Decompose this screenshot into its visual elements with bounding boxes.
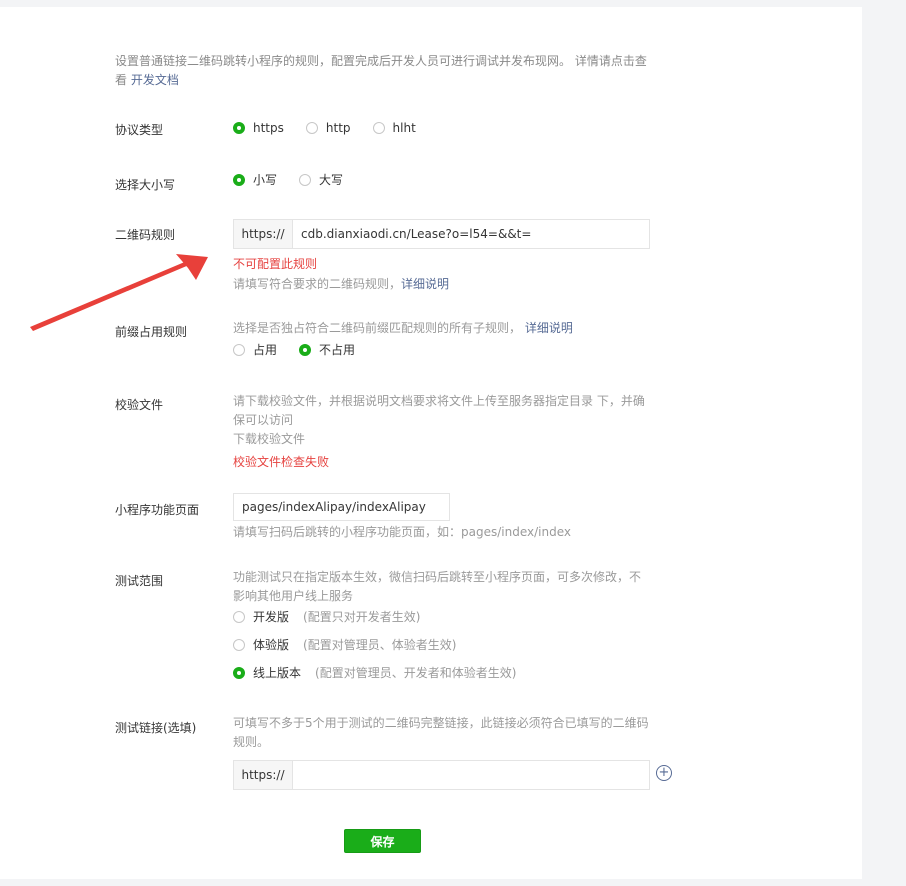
verify-file-desc-2: 保可以访问	[233, 413, 294, 427]
case-option-lower[interactable]: 小写	[233, 171, 277, 188]
save-button[interactable]: 保存	[344, 829, 421, 853]
intro-text: 设置普通链接二维码跳转小程序的规则，配置完成后开发人员可进行调试并发布现网。 详…	[115, 52, 655, 90]
prefix-option-label: 不占用	[319, 343, 356, 357]
intro-description: 设置普通链接二维码跳转小程序的规则，配置完成后开发人员可进行调试并发布现网。 详…	[115, 54, 647, 87]
qr-rule-input-group: https://	[233, 219, 650, 249]
radio-selected-icon	[233, 173, 245, 186]
radio-unselected-icon	[233, 610, 245, 623]
test-scope-radio[interactable]: 体验版 (配置对管理员、体验者生效)	[233, 636, 456, 653]
verify-file-label: 校验文件	[115, 398, 164, 412]
test-scope-option-online[interactable]: 线上版本 (配置对管理员、开发者和体验者生效)	[233, 664, 538, 681]
qr-rule-error: 不可配置此规则	[233, 257, 318, 271]
test-link-prefix: https://	[234, 761, 293, 789]
radio-unselected-icon	[299, 173, 312, 186]
protocol-option-label: hlht	[392, 121, 416, 135]
dev-docs-link[interactable]: 开发文档	[131, 73, 179, 87]
case-option-label: 大写	[319, 173, 344, 187]
prefix-rule-desc-text: 选择是否独占符合二维码前缀匹配规则的所有子规则，	[233, 321, 522, 335]
protocol-option-hlht[interactable]: hlht	[372, 121, 416, 135]
radio-unselected-icon	[305, 122, 318, 134]
case-radio-group: 小写 大写	[233, 171, 365, 188]
case-label: 选择大小写	[115, 178, 176, 192]
radio-unselected-icon	[372, 122, 385, 134]
radio-selected-icon	[299, 343, 312, 356]
test-scope-desc-2: 影响其他用户线上服务	[233, 589, 354, 603]
test-link-desc-1: 可填写不多于5个用于测试的二维码完整链接，此链接必须符合已填写的二维码	[233, 716, 649, 730]
prefix-rule-detail-link[interactable]: 详细说明	[525, 321, 573, 335]
prefix-rule-radio-group: 占用 不占用	[233, 341, 377, 358]
qr-rule-help: 请填写符合要求的二维码规则，详细说明	[233, 275, 449, 294]
prefix-option-occupy[interactable]: 占用	[233, 341, 277, 358]
test-scope-radio[interactable]: 开发版 (配置只对开发者生效)	[233, 608, 420, 625]
test-scope-option-note: (配置对管理员、体验者生效)	[303, 638, 457, 652]
qr-rule-label: 二维码规则	[115, 228, 176, 242]
case-option-upper[interactable]: 大写	[299, 171, 343, 188]
radio-unselected-icon	[233, 638, 245, 651]
test-scope-option-dev[interactable]: 开发版 (配置只对开发者生效)	[233, 608, 442, 625]
page-label: 小程序功能页面	[115, 503, 200, 517]
test-scope-label: 测试范围	[115, 574, 164, 588]
test-scope-desc-1: 功能测试只在指定版本生效，微信扫码后跳转至小程序页面，可多次修改，不	[233, 570, 642, 584]
radio-unselected-icon	[233, 343, 245, 356]
test-link-desc-2: 规则。	[233, 735, 270, 749]
plus-circle-icon[interactable]: +	[656, 765, 672, 781]
test-scope-option-trial[interactable]: 体验版 (配置对管理员、体验者生效)	[233, 636, 478, 653]
test-scope-option-note: (配置对管理员、开发者和体验者生效)	[315, 666, 517, 680]
case-option-label: 小写	[253, 173, 278, 187]
prefix-rule-desc: 选择是否独占符合二维码前缀匹配规则的所有子规则， 详细说明	[233, 319, 573, 338]
test-link-input[interactable]	[293, 761, 649, 789]
qr-rule-input[interactable]	[293, 220, 649, 248]
protocol-label: 协议类型	[115, 123, 164, 137]
test-link-label: 测试链接(选填)	[115, 721, 197, 735]
radio-selected-icon	[233, 122, 245, 134]
protocol-option-https[interactable]: https	[233, 121, 284, 135]
prefix-option-label: 占用	[253, 343, 278, 357]
qr-rule-help-text: 请填写符合要求的二维码规则，	[233, 277, 402, 291]
protocol-option-http[interactable]: http	[305, 121, 351, 135]
test-scope-option-label: 开发版	[253, 610, 290, 624]
radio-selected-icon	[233, 666, 245, 679]
page-help: 请填写扫码后跳转的小程序功能页面，如：pages/index/index	[233, 525, 571, 539]
protocol-option-label: http	[325, 121, 351, 135]
verify-file-error: 校验文件检查失败	[233, 455, 330, 469]
prefix-option-not-occupy[interactable]: 不占用	[299, 341, 355, 358]
verify-file-desc-1: 请下载校验文件，并根据说明文档要求将文件上传至服务器指定目录 下，并确	[233, 394, 645, 408]
test-link-input-group: https://	[233, 760, 650, 790]
protocol-option-label: https	[253, 121, 284, 135]
page-input[interactable]	[233, 493, 450, 521]
test-scope-radio[interactable]: 线上版本 (配置对管理员、开发者和体验者生效)	[233, 664, 516, 681]
qr-rule-detail-link[interactable]: 详细说明	[401, 277, 449, 291]
protocol-radio-group: https http hlht	[233, 121, 438, 135]
test-scope-option-label: 线上版本	[253, 666, 302, 680]
download-verify-file-link[interactable]: 下载校验文件	[233, 430, 305, 449]
test-scope-option-note: (配置只对开发者生效)	[303, 610, 421, 624]
qr-rule-prefix: https://	[234, 220, 293, 248]
prefix-rule-label: 前缀占用规则	[115, 325, 188, 339]
test-scope-option-label: 体验版	[253, 638, 290, 652]
